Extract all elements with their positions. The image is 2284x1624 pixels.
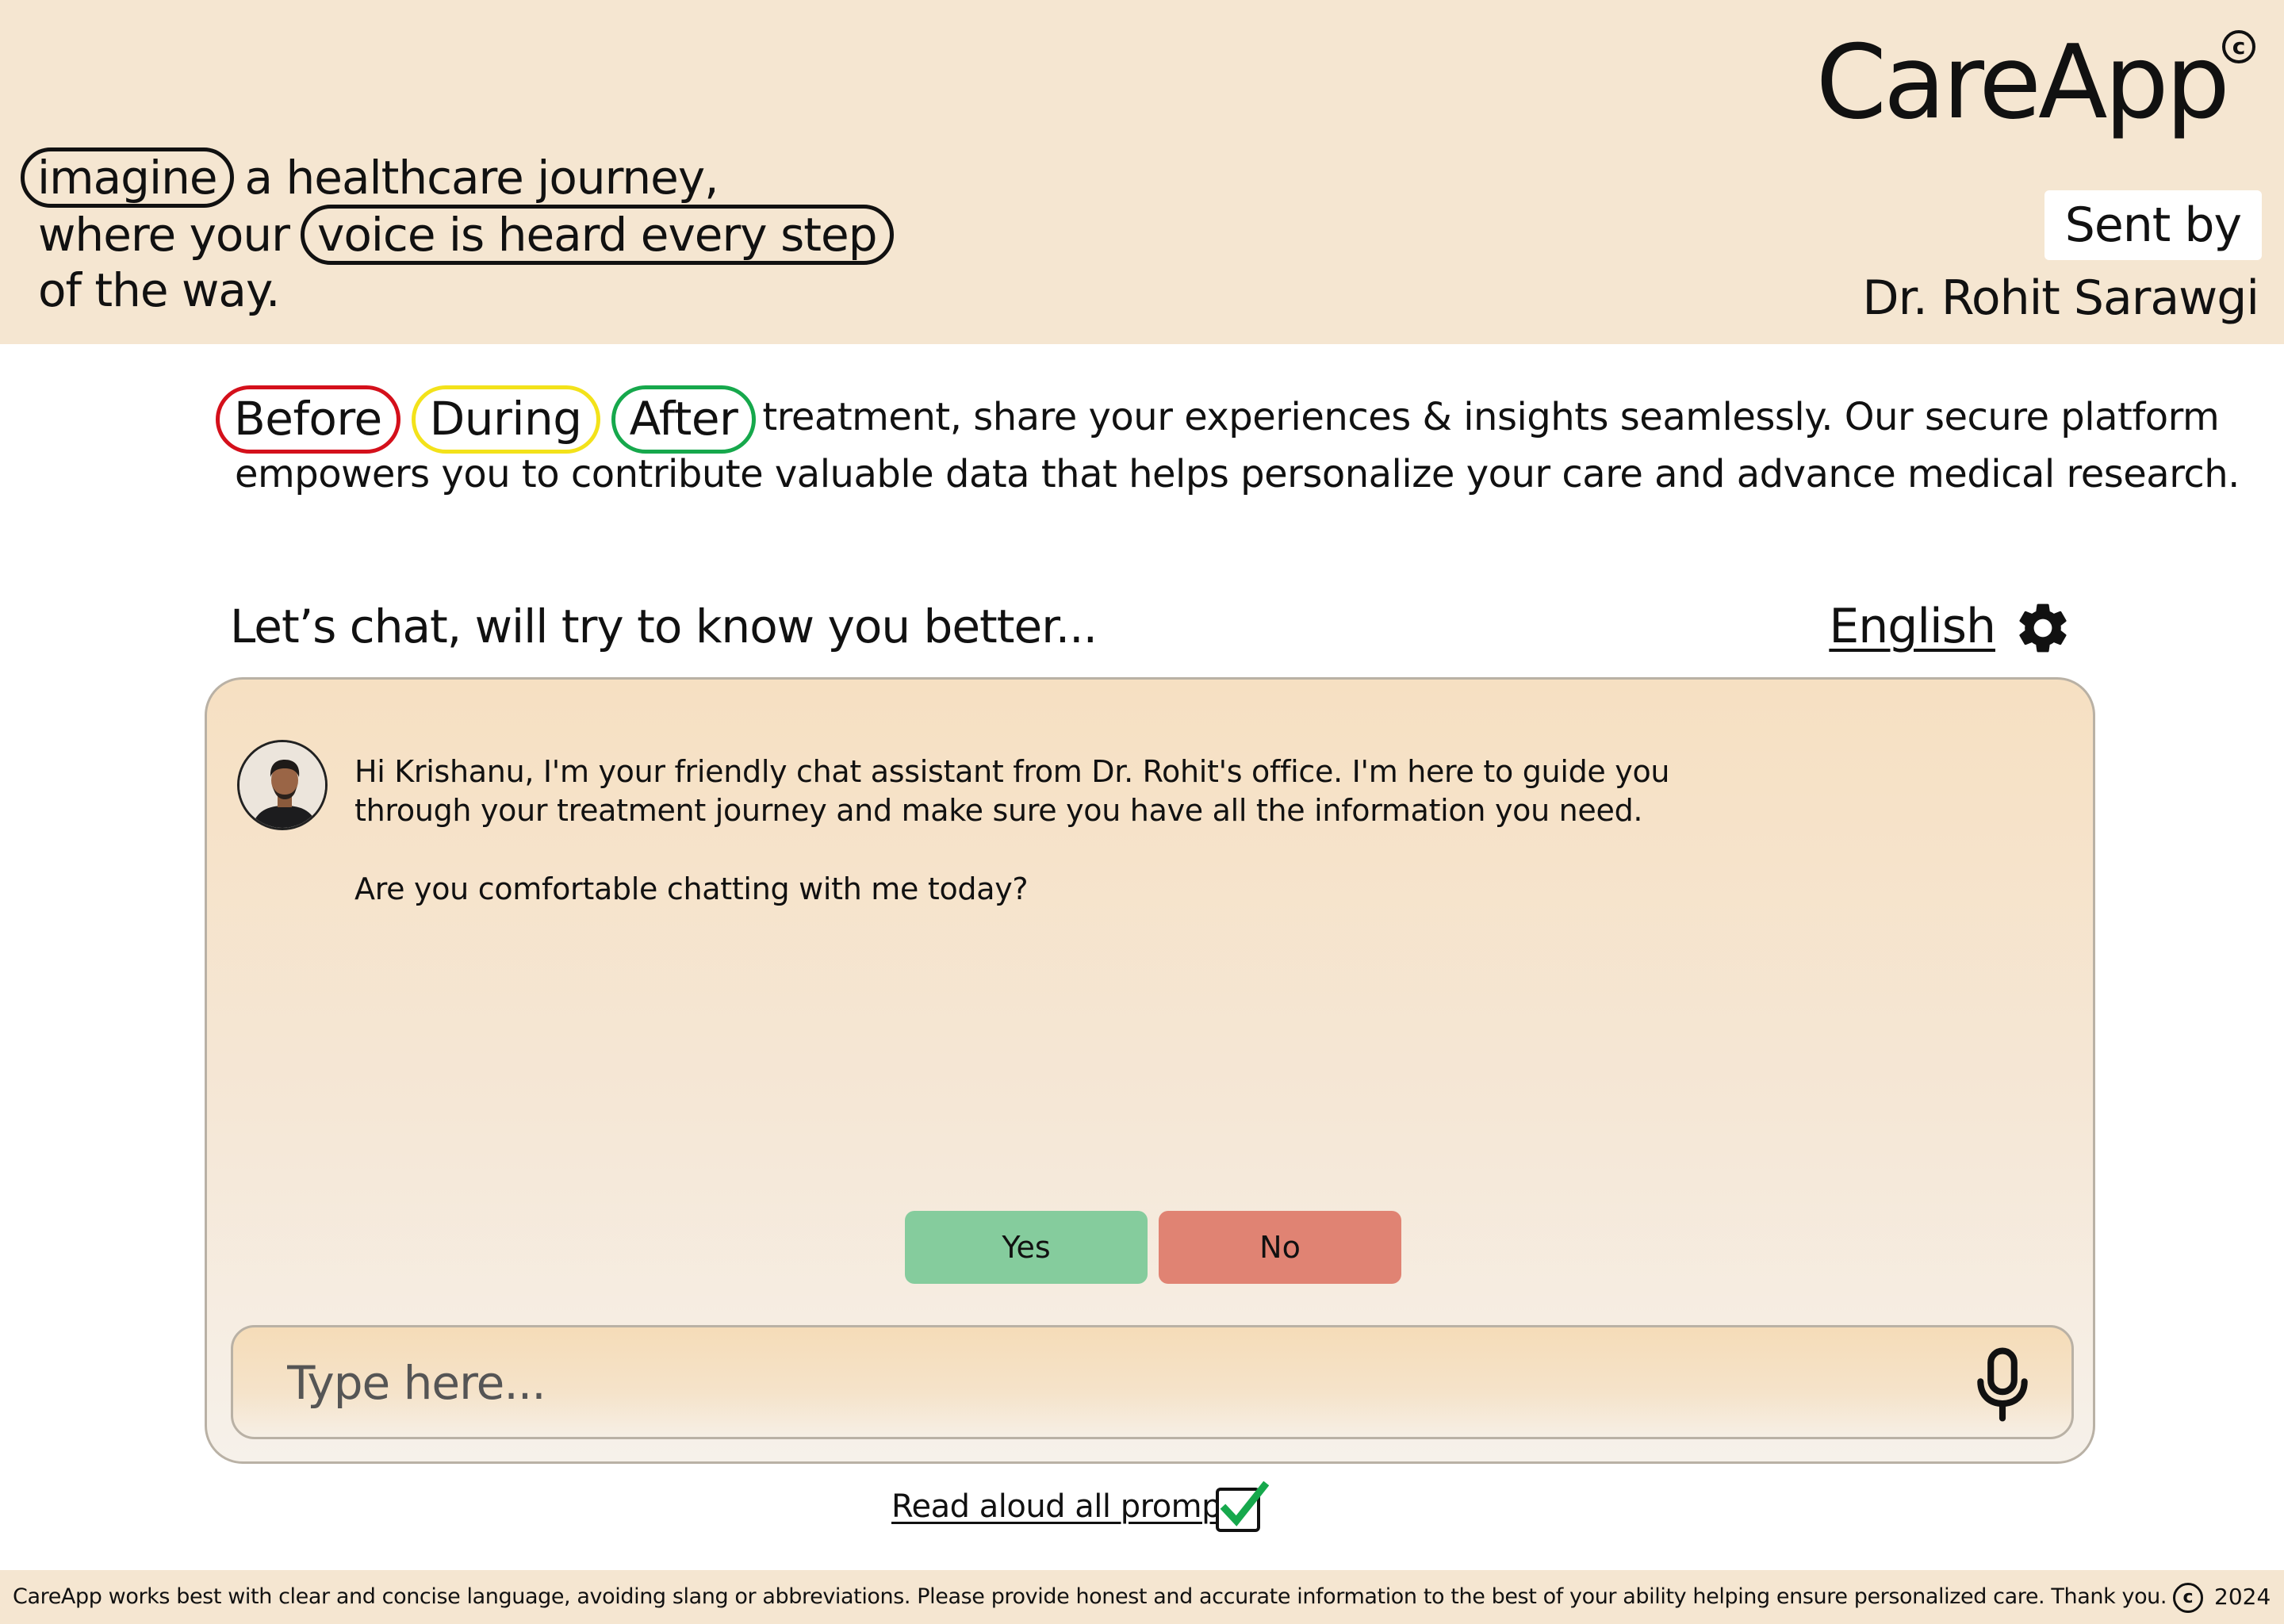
intro-text: Before During After treatment, share your e… (216, 385, 2240, 503)
yes-button[interactable]: Yes (905, 1211, 1148, 1284)
intro-line-1: Before During After treatment, share your e… (216, 385, 2220, 454)
phase-during-pill: During (411, 385, 600, 454)
microphone-icon[interactable] (1967, 1346, 2038, 1423)
footer-year: 2024 (2214, 1584, 2271, 1610)
no-button[interactable]: No (1159, 1211, 1401, 1284)
avatar-image (240, 742, 325, 828)
read-aloud-checkbox[interactable] (1215, 1481, 1269, 1534)
intro-line-1-text: treatment, share your experiences & insi… (762, 395, 2220, 439)
doctor-name: Dr. Rohit Sarawgi (1862, 270, 2259, 326)
message-line-2: through your treatment journey and make … (354, 793, 1643, 828)
message-line-3: Are you comfortable chatting with me tod… (354, 871, 1029, 906)
chat-input[interactable] (287, 1345, 1953, 1421)
assistant-avatar (237, 740, 328, 830)
intro-line-2: empowers you to contribute valuable data… (235, 452, 2240, 496)
phase-after-pill: After (611, 385, 757, 454)
footer-copyright-icon: c (2173, 1583, 2203, 1613)
tagline-line-2-text: where your (38, 208, 290, 262)
tagline-pill-voice: voice is heard every step (301, 205, 894, 265)
app-logo: CareApp (1815, 24, 2230, 142)
header: imagine a healthcare journey, where your v… (0, 0, 2284, 344)
assistant-message: Hi Krishanu, I'm your friendly chat assi… (354, 753, 1703, 909)
phase-before-pill: Before (216, 385, 400, 454)
tagline-line-1: imagine a healthcare journey, (21, 147, 894, 208)
read-aloud-label[interactable]: Read aloud all prompts (891, 1483, 1250, 1530)
chat-title: Let’s chat, will try to know you better.… (230, 599, 1098, 653)
message-line-1: Hi Krishanu, I'm your friendly chat assi… (354, 754, 1670, 789)
footer-disclaimer: CareApp works best with clear and concis… (13, 1584, 2167, 1609)
tagline-line-2: where your voice is heard every step (21, 205, 894, 265)
tagline-pill-imagine: imagine (21, 147, 234, 208)
footer: CareApp works best with clear and concis… (0, 1570, 2284, 1624)
tagline-line-3: of the way. (38, 263, 280, 317)
copyright-icon: c (2222, 30, 2255, 63)
tagline-line-1-text: a healthcare journey, (244, 151, 719, 205)
sent-by-label: Sent by (2044, 190, 2262, 260)
language-selector[interactable]: English (1829, 596, 1996, 657)
gear-icon[interactable] (2013, 598, 2073, 658)
chat-panel: Hi Krishanu, I'm your friendly chat assi… (205, 677, 2095, 1464)
chat-input-box (231, 1325, 2074, 1439)
tagline: imagine a healthcare journey, where your v… (21, 147, 894, 319)
